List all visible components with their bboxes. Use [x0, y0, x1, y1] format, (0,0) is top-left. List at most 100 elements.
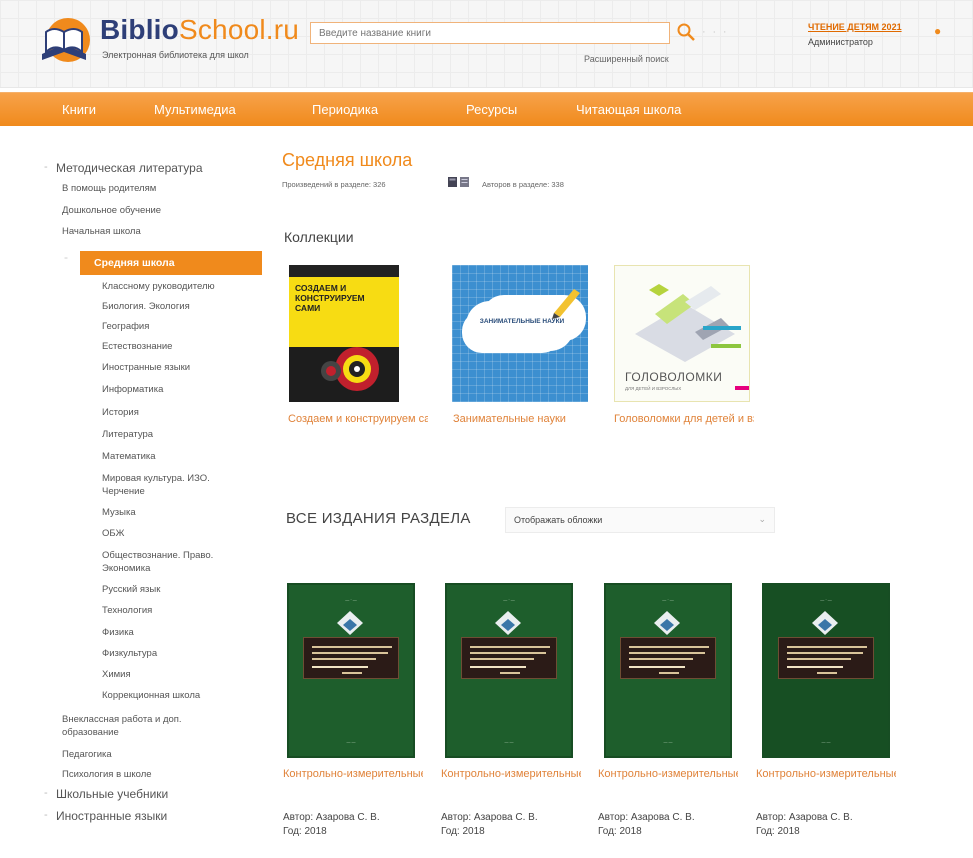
- sidebar-item[interactable]: Психология в школе: [62, 769, 152, 780]
- collection-caption[interactable]: Головоломки для детей и взрослых: [614, 413, 754, 425]
- site-logo[interactable]: BiblioSchool.ru: [100, 14, 299, 46]
- page-title: Средняя школа: [282, 150, 413, 170]
- sidebar-subitem[interactable]: Литература: [102, 429, 153, 440]
- sidebar-subitem[interactable]: Математика: [102, 451, 156, 462]
- collection-caption[interactable]: Создаем и конструируем сами: [288, 413, 428, 425]
- book-meta: Автор: Азарова С. В. Год: 2018: [441, 811, 581, 839]
- collection-cover[interactable]: ГОЛОВОЛОМКИ ДЛЯ ДЕТЕЙ И ВЗРОСЛЫХ: [614, 265, 750, 402]
- book-cover[interactable]: — · — — —: [445, 583, 573, 758]
- book-year: Год: 2018: [598, 826, 642, 837]
- book-author: Автор: Азарова С. В.: [283, 812, 380, 823]
- chevron-down-icon: ⌄: [758, 514, 766, 524]
- promo-link[interactable]: ЧТЕНИЕ ДЕТЯМ 2021: [808, 22, 902, 32]
- book-emblem-icon: [654, 611, 680, 635]
- logo-part2: School.ru: [178, 14, 300, 45]
- book-emblem-icon: [337, 611, 363, 635]
- sidebar-active-label: Средняя школа: [94, 257, 175, 269]
- dropdown-dot-icon[interactable]: ●: [934, 24, 941, 38]
- logo-part1: Biblio: [100, 14, 179, 45]
- sidebar-subitem[interactable]: Обществознание. Право.: [102, 550, 213, 561]
- book-meta: Автор: Азарова С. В. Год: 2018: [283, 811, 423, 839]
- cover-publisher-line: — —: [346, 739, 356, 744]
- sidebar-subitem[interactable]: Черчение: [102, 486, 145, 497]
- sidebar-subitem[interactable]: Русский язык: [102, 584, 160, 595]
- cover-title-label: [461, 637, 557, 679]
- puzzle-illustration: [635, 284, 741, 362]
- small-gear-icon: [321, 361, 341, 381]
- book-logo-icon[interactable]: [34, 14, 94, 66]
- sidebar-subitem[interactable]: Коррекционная школа: [102, 690, 200, 701]
- format-icons: [448, 177, 469, 187]
- cover-accent: [735, 386, 749, 390]
- collections-heading: Коллекции: [284, 229, 354, 245]
- cover-author-line: — · —: [345, 597, 357, 602]
- search-icon[interactable]: [676, 22, 696, 42]
- expand-dash-icon[interactable]: -: [44, 809, 48, 821]
- sidebar-subitem[interactable]: ОБЖ: [102, 528, 124, 539]
- collapse-dash-icon[interactable]: -: [64, 250, 68, 264]
- sidebar-item-active[interactable]: Средняя школа: [80, 251, 262, 275]
- book-cover[interactable]: — · — — —: [287, 583, 415, 758]
- book-title[interactable]: Контрольно-измерительные материалы: [756, 768, 896, 780]
- authors-count: Авторов в разделе: 338: [482, 180, 564, 189]
- sidebar-item[interactable]: В помощь родителям: [62, 183, 156, 194]
- cover-text: ГОЛОВОЛОМКИ: [625, 370, 723, 384]
- cover-title-label: [303, 637, 399, 679]
- cover-text: СОЗДАЕМ И КОНСТРУИРУЕМ САМИ: [295, 283, 365, 313]
- collapse-dash-icon[interactable]: -: [44, 161, 48, 173]
- sidebar-subitem[interactable]: Информатика: [102, 384, 163, 395]
- sidebar-subitem[interactable]: Естествознание: [102, 341, 172, 352]
- collection-cover[interactable]: СОЗДАЕМ И КОНСТРУИРУЕМ САМИ: [289, 265, 399, 402]
- nav-item-reading-school[interactable]: Читающая школа: [576, 102, 681, 117]
- book-author: Автор: Азарова С. В.: [756, 812, 853, 823]
- expand-dash-icon[interactable]: -: [44, 787, 48, 799]
- book-emblem-icon: [495, 611, 521, 635]
- sidebar-subitem[interactable]: Биология. Экология: [102, 301, 190, 312]
- sidebar-subitem[interactable]: Химия: [102, 669, 131, 680]
- nav-item-multimedia[interactable]: Мультимедиа: [154, 102, 236, 117]
- sidebar-section-methodical[interactable]: Методическая литература: [56, 161, 203, 175]
- book-author: Автор: Азарова С. В.: [441, 812, 538, 823]
- book-author: Автор: Азарова С. В.: [598, 812, 695, 823]
- nav-item-resources[interactable]: Ресурсы: [466, 102, 517, 117]
- book-emblem-icon: [812, 611, 838, 635]
- cover-publisher-line: — —: [663, 739, 673, 744]
- search-input[interactable]: [310, 22, 670, 44]
- advanced-search-link[interactable]: Расширенный поиск: [584, 54, 669, 64]
- sidebar: - Методическая литература В помощь родит…: [0, 126, 268, 858]
- cover-title-label: [778, 637, 874, 679]
- sidebar-item[interactable]: Педагогика: [62, 749, 112, 760]
- sidebar-subitem[interactable]: История: [102, 407, 139, 418]
- sidebar-subitem[interactable]: Экономика: [102, 563, 150, 574]
- sidebar-subitem[interactable]: Иностранные языки: [102, 362, 190, 373]
- cover-subtext: ДЛЯ ДЕТЕЙ И ВЗРОСЛЫХ: [625, 386, 682, 391]
- sidebar-subitem[interactable]: Мировая культура. ИЗО.: [102, 473, 210, 484]
- sidebar-item[interactable]: Внеклассная работа и доп.: [62, 714, 182, 725]
- sidebar-item[interactable]: образование: [62, 727, 119, 738]
- collection-caption[interactable]: Занимательные науки: [453, 413, 593, 425]
- pencil-icon: [552, 289, 580, 319]
- nav-item-periodicals[interactable]: Периодика: [312, 102, 378, 117]
- book-meta: Автор: Азарова С. В. Год: 2018: [598, 811, 738, 839]
- site-header: BiblioSchool.ru Электронная библиотека д…: [0, 0, 973, 88]
- sidebar-item[interactable]: Начальная школа: [62, 226, 141, 237]
- sidebar-subitem[interactable]: Физкультура: [102, 648, 157, 659]
- sidebar-subitem[interactable]: Классному руководителю: [102, 281, 215, 292]
- user-role: Администратор: [808, 37, 873, 47]
- sidebar-subitem[interactable]: Технология: [102, 605, 152, 616]
- sidebar-subitem[interactable]: Музыка: [102, 507, 136, 518]
- collection-cover[interactable]: ЗАНИМАТЕЛЬНЫЕ НАУКИ: [452, 265, 588, 402]
- book-title[interactable]: Контрольно-измерительные материалы: [441, 768, 581, 780]
- book-cover[interactable]: — · — — —: [762, 583, 890, 758]
- sidebar-section-textbooks[interactable]: Школьные учебники: [56, 787, 168, 801]
- book-cover[interactable]: — · — — —: [604, 583, 732, 758]
- book-title[interactable]: Контрольно-измерительные материалы: [283, 768, 423, 780]
- cover-title-label: [620, 637, 716, 679]
- nav-item-books[interactable]: Книги: [62, 102, 96, 117]
- book-title[interactable]: Контрольно-измерительные материалы: [598, 768, 738, 780]
- sidebar-section-languages[interactable]: Иностранные языки: [56, 809, 167, 823]
- sidebar-subitem[interactable]: Физика: [102, 627, 134, 638]
- display-mode-select[interactable]: Отображать обложки ⌄: [505, 507, 775, 533]
- sidebar-subitem[interactable]: География: [102, 321, 149, 332]
- sidebar-item[interactable]: Дошкольное обучение: [62, 205, 161, 216]
